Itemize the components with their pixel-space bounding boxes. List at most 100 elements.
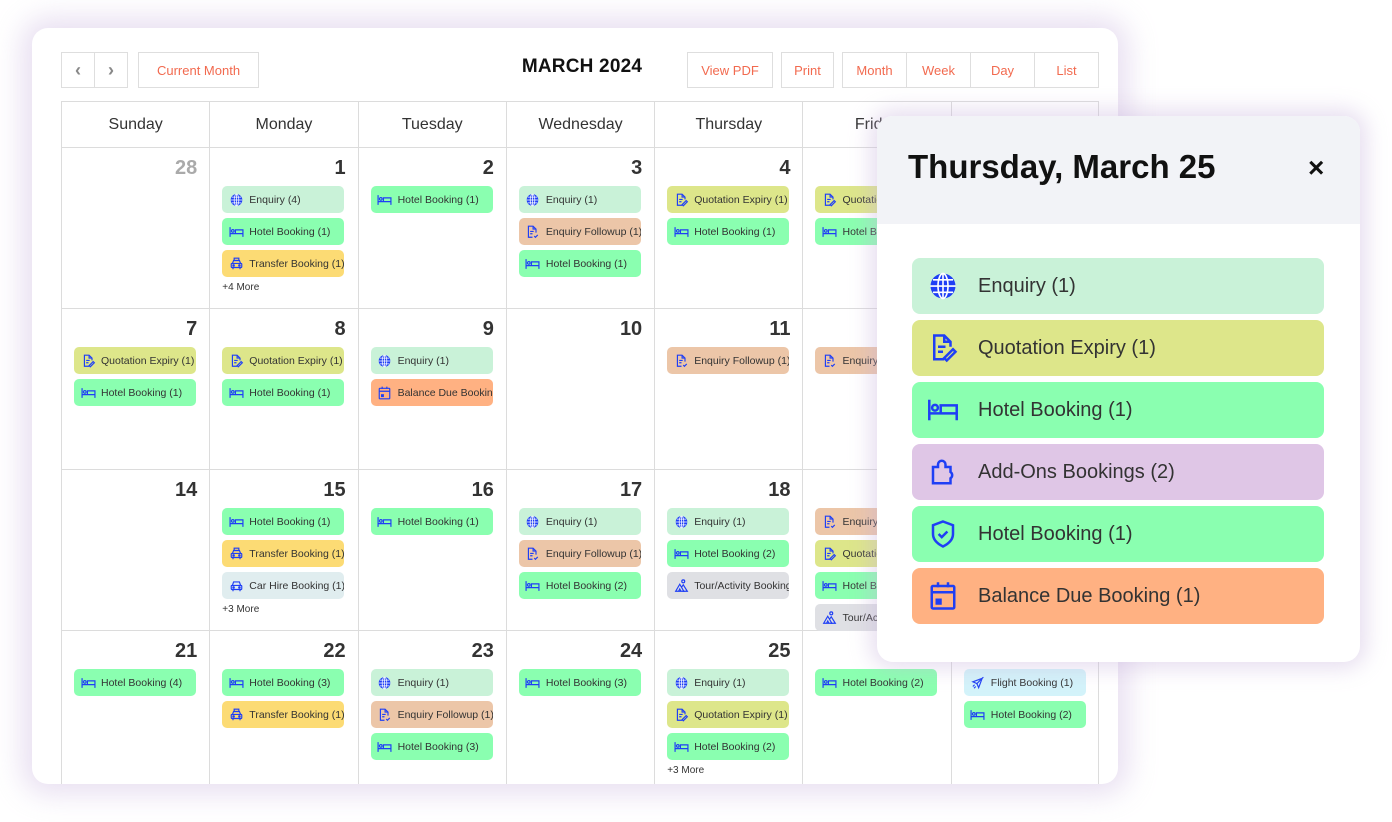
event-hotel[interactable]: Hotel Booking (2) xyxy=(667,733,790,760)
view-pdf-button[interactable]: View PDF xyxy=(687,52,773,88)
more-events-link[interactable]: +3 More xyxy=(667,765,792,776)
event-hotel[interactable]: Hotel Booking (1) xyxy=(222,379,345,406)
event-label: Enquiry Followup (1) xyxy=(545,547,641,560)
event-hotel[interactable]: Hotel Booking (1) xyxy=(370,186,493,213)
weekday-monday: Monday xyxy=(210,102,359,147)
bed-icon xyxy=(80,676,96,690)
day-cell[interactable]: 21 Hotel Booking (4) xyxy=(62,631,211,784)
event-enquiry[interactable]: Enquiry (1) xyxy=(518,508,641,535)
event-enquiry[interactable]: Enquiry (4) xyxy=(222,186,345,213)
day-cell[interactable]: 25 Enquiry (1) Quotation Expiry (1) Hotel B… xyxy=(655,631,804,784)
event-tour[interactable]: Tour/Activity Booking (1) xyxy=(667,572,790,599)
more-events-link[interactable]: +4 More xyxy=(222,282,347,293)
event-transfer[interactable]: Transfer Booking (1) xyxy=(222,250,345,277)
bed-icon xyxy=(821,676,837,690)
event-label: Hotel Booking (2) xyxy=(545,579,628,592)
event-balance[interactable]: Balance Due Booking (1) xyxy=(912,568,1324,624)
prev-month-button[interactable]: ‹ xyxy=(61,52,95,88)
event-quotation[interactable]: Quotation Expiry (1) xyxy=(667,186,790,213)
day-cell[interactable]: 17 Enquiry (1) Enquiry Followup (1) Hotel B… xyxy=(507,470,656,636)
close-icon[interactable]: × xyxy=(1308,154,1324,182)
day-number: 24 xyxy=(619,640,643,662)
event-followup[interactable]: Enquiry Followup (1) xyxy=(518,540,641,567)
view-week-button[interactable]: Week xyxy=(906,52,971,88)
day-cell[interactable]: 22 Hotel Booking (3) Transfer Booking (1) xyxy=(210,631,359,784)
day-cell[interactable]: 7 Quotation Expiry (1) Hotel Booking (1) xyxy=(62,309,211,469)
event-enquiry[interactable]: Enquiry (1) xyxy=(518,186,641,213)
event-hotel[interactable]: Hotel Booking (2) xyxy=(815,669,938,696)
print-button[interactable]: Print xyxy=(781,52,834,88)
event-transfer[interactable]: Transfer Booking (1) xyxy=(222,540,345,567)
event-flight[interactable]: Flight Booking (1) xyxy=(963,669,1086,696)
day-cell[interactable]: 9 Enquiry (1) Balance Due Booking (1) xyxy=(359,309,507,469)
event-label: Hotel Booking (2) xyxy=(694,740,776,753)
event-enquiry[interactable]: Enquiry (1) xyxy=(370,347,493,374)
event-followup[interactable]: Enquiry Followup (1) xyxy=(667,347,790,374)
bed-icon xyxy=(525,579,541,593)
day-cell[interactable]: 8 Quotation Expiry (1) Hotel Booking (1) xyxy=(210,309,359,469)
day-number: 3 xyxy=(631,157,643,179)
event-enquiry[interactable]: Enquiry (1) xyxy=(912,258,1324,314)
day-cell[interactable]: 1 Enquiry (4) Hotel Booking (1) Transfer Bo… xyxy=(210,148,359,308)
event-hotel[interactable]: Hotel Booking (2) xyxy=(963,701,1086,728)
day-number: 9 xyxy=(482,318,494,340)
event-balance[interactable]: Balance Due Booking (1) xyxy=(370,379,493,406)
day-cell[interactable]: 28 xyxy=(62,148,211,308)
day-number: 8 xyxy=(334,318,346,340)
day-cell[interactable]: 2 Hotel Booking (1) xyxy=(359,148,507,308)
day-cell[interactable]: 4 Quotation Expiry (1) Hotel Booking (1) xyxy=(655,148,804,308)
current-month-button[interactable]: Current Month xyxy=(138,52,259,88)
next-month-button[interactable]: › xyxy=(94,52,128,88)
event-hotel[interactable]: Hotel Booking (2) xyxy=(667,540,790,567)
mountain-icon xyxy=(673,578,689,593)
day-cell[interactable]: 3 Enquiry (1) Enquiry Followup (1) Hotel Bo… xyxy=(507,148,656,308)
event-followup[interactable]: Enquiry Followup (1) xyxy=(518,218,641,245)
more-events-link[interactable]: +3 More xyxy=(222,604,347,615)
bed-icon xyxy=(228,386,244,400)
event-enquiry[interactable]: Enquiry (1) xyxy=(667,669,790,696)
day-cell[interactable]: 15 Hotel Booking (1) Transfer Booking (1) C… xyxy=(210,470,359,636)
day-cell[interactable]: 24 Hotel Booking (3) xyxy=(507,631,656,784)
event-quotation[interactable]: Quotation Expiry (1) xyxy=(222,347,345,374)
event-hotel[interactable]: Hotel Booking (1) xyxy=(370,508,493,535)
day-cell[interactable]: 14 xyxy=(62,470,211,636)
event-transfer[interactable]: Transfer Booking (1) xyxy=(222,701,345,728)
event-hotel[interactable]: Hotel Booking (3) xyxy=(222,669,345,696)
weekday-wednesday: Wednesday xyxy=(507,102,656,147)
event-enquiry[interactable]: Enquiry (1) xyxy=(370,669,493,696)
doc-check-icon xyxy=(377,708,393,722)
day-cell[interactable]: 10 xyxy=(507,309,656,469)
event-quotation[interactable]: Quotation Expiry (1) xyxy=(74,347,196,374)
event-label: Transfer Booking (1) xyxy=(249,257,345,270)
event-hotel[interactable]: Hotel Booking (3) xyxy=(370,733,493,760)
event-hotel[interactable]: Hotel Booking (2) xyxy=(518,572,641,599)
mountain-icon xyxy=(821,610,837,625)
day-cell[interactable]: 18 Enquiry (1) Hotel Booking (2) Tour/Activ… xyxy=(655,470,804,636)
event-carhire[interactable]: Car Hire Booking (1) xyxy=(222,572,345,599)
event-hotel[interactable]: Hotel Booking (1) xyxy=(222,508,345,535)
event-followup[interactable]: Enquiry Followup (1) xyxy=(370,701,493,728)
event-hotel[interactable]: Hotel Booking (4) xyxy=(74,669,196,696)
event-hotel[interactable]: Hotel Booking (3) xyxy=(518,669,641,696)
event-addons[interactable]: Add-Ons Bookings (2) xyxy=(912,444,1324,500)
event-hotel[interactable]: Hotel Booking (1) xyxy=(518,250,641,277)
day-cell[interactable]: 11 Enquiry Followup (1) xyxy=(655,309,804,469)
event-hotel[interactable]: Hotel Booking (1) xyxy=(74,379,196,406)
globe-icon xyxy=(377,354,393,368)
event-hotel[interactable]: Hotel Booking (1) xyxy=(912,506,1324,562)
event-hotel[interactable]: Hotel Booking (1) xyxy=(667,218,790,245)
event-label: Balance Due Booking (1) xyxy=(397,386,493,399)
view-list-button[interactable]: List xyxy=(1034,52,1099,88)
view-day-button[interactable]: Day xyxy=(970,52,1035,88)
event-quotation[interactable]: Quotation Expiry (1) xyxy=(912,320,1324,376)
event-hotel[interactable]: Hotel Booking (1) xyxy=(222,218,345,245)
view-month-button[interactable]: Month xyxy=(842,52,907,88)
day-cell[interactable]: 23 Enquiry (1) Enquiry Followup (1) Hotel B… xyxy=(359,631,507,784)
event-enquiry[interactable]: Enquiry (1) xyxy=(667,508,790,535)
day-number: 28 xyxy=(175,157,198,179)
event-quotation[interactable]: Quotation Expiry (1) xyxy=(667,701,790,728)
day-cell[interactable]: 16 Hotel Booking (1) xyxy=(359,470,507,636)
taxi-icon xyxy=(228,708,244,722)
doc-check-icon xyxy=(673,354,689,368)
event-hotel[interactable]: Hotel Booking (1) xyxy=(912,382,1324,438)
